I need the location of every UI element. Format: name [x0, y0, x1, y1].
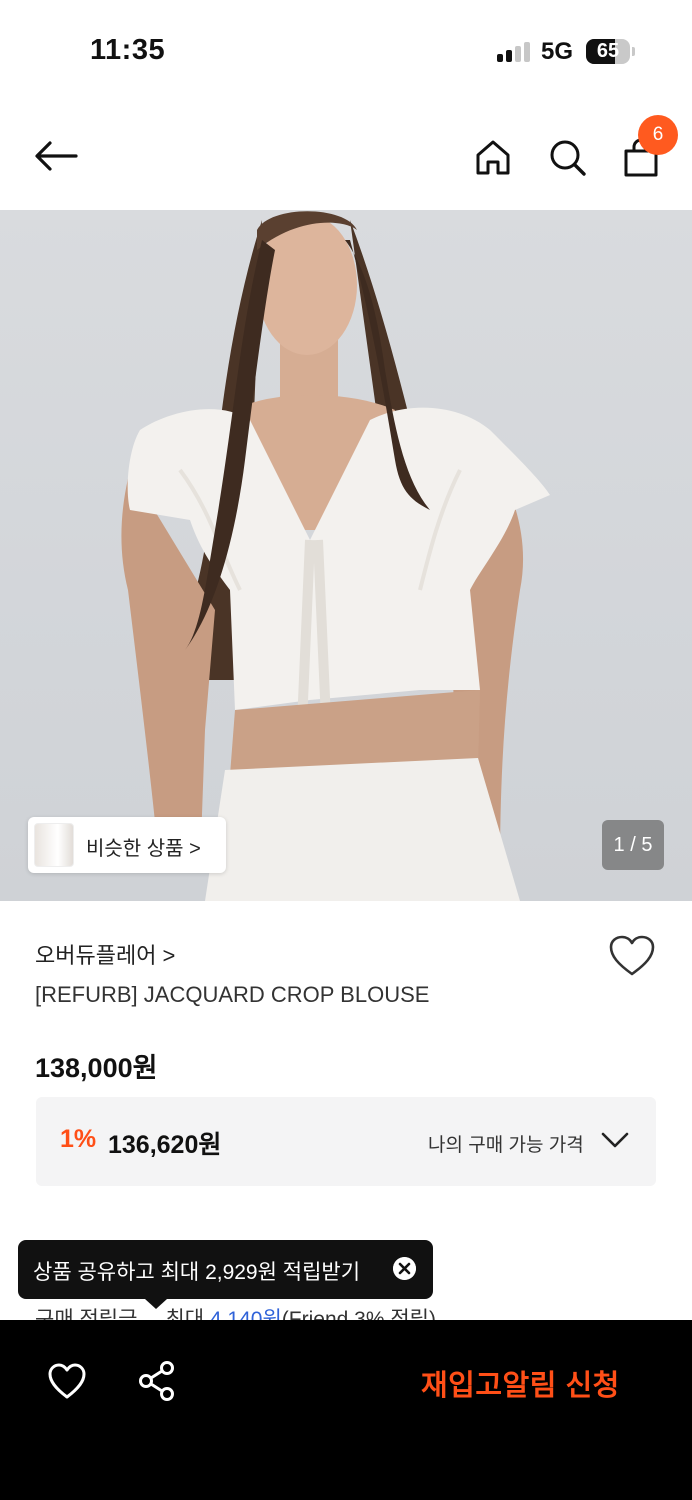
- similar-products-label: 비슷한 상품 >: [86, 838, 201, 860]
- discounted-price: 136,620원: [108, 1131, 222, 1159]
- close-icon[interactable]: [393, 1257, 416, 1280]
- product-image[interactable]: [0, 210, 692, 901]
- network-type: 5G: [541, 38, 574, 65]
- product-name: [REFURB] JACQUARD CROP BLOUSE: [35, 982, 430, 1007]
- tooltip-text: 상품 공유하고 최대 2,929원 적립받기: [33, 1261, 361, 1284]
- battery-icon: 65: [586, 39, 630, 64]
- my-price-label: 나의 구매 가능 가격: [428, 1135, 584, 1156]
- top-nav: [0, 110, 692, 206]
- signal-icon: [497, 42, 533, 62]
- tooltip-arrow: [145, 1299, 167, 1309]
- brand-link[interactable]: 오버듀플레어 >: [35, 938, 175, 970]
- cart-count-badge: 6: [638, 115, 678, 155]
- share-icon[interactable]: [137, 1360, 177, 1402]
- similar-products-button[interactable]: 비슷한 상품 >: [28, 817, 226, 873]
- arrow-left-icon[interactable]: [34, 140, 78, 172]
- search-icon[interactable]: [548, 138, 588, 178]
- discount-rate: 1%: [60, 1125, 97, 1153]
- product-photo: [121, 211, 550, 901]
- image-page-indicator: 1 / 5: [602, 820, 664, 870]
- share-reward-tooltip: 상품 공유하고 최대 2,929원 적립받기: [18, 1240, 433, 1299]
- my-price-box[interactable]: 1% 136,620원 나의 구매 가능 가격: [36, 1097, 656, 1186]
- status-time: 11:35: [90, 34, 166, 66]
- similar-product-thumbnail: [34, 823, 74, 867]
- restock-alert-button[interactable]: 재입고알림 신청: [421, 1362, 620, 1404]
- wishlist-heart-icon[interactable]: [608, 934, 656, 978]
- heart-icon[interactable]: [47, 1362, 87, 1400]
- battery-cap: [632, 47, 635, 56]
- original-price: 138,000원: [35, 1053, 158, 1083]
- chevron-down-icon[interactable]: [600, 1129, 630, 1151]
- battery-percent: 65: [596, 40, 620, 62]
- home-icon[interactable]: [474, 138, 512, 176]
- status-bar: 11:35 5G 65: [0, 0, 692, 100]
- bottom-action-bar: [0, 1320, 692, 1500]
